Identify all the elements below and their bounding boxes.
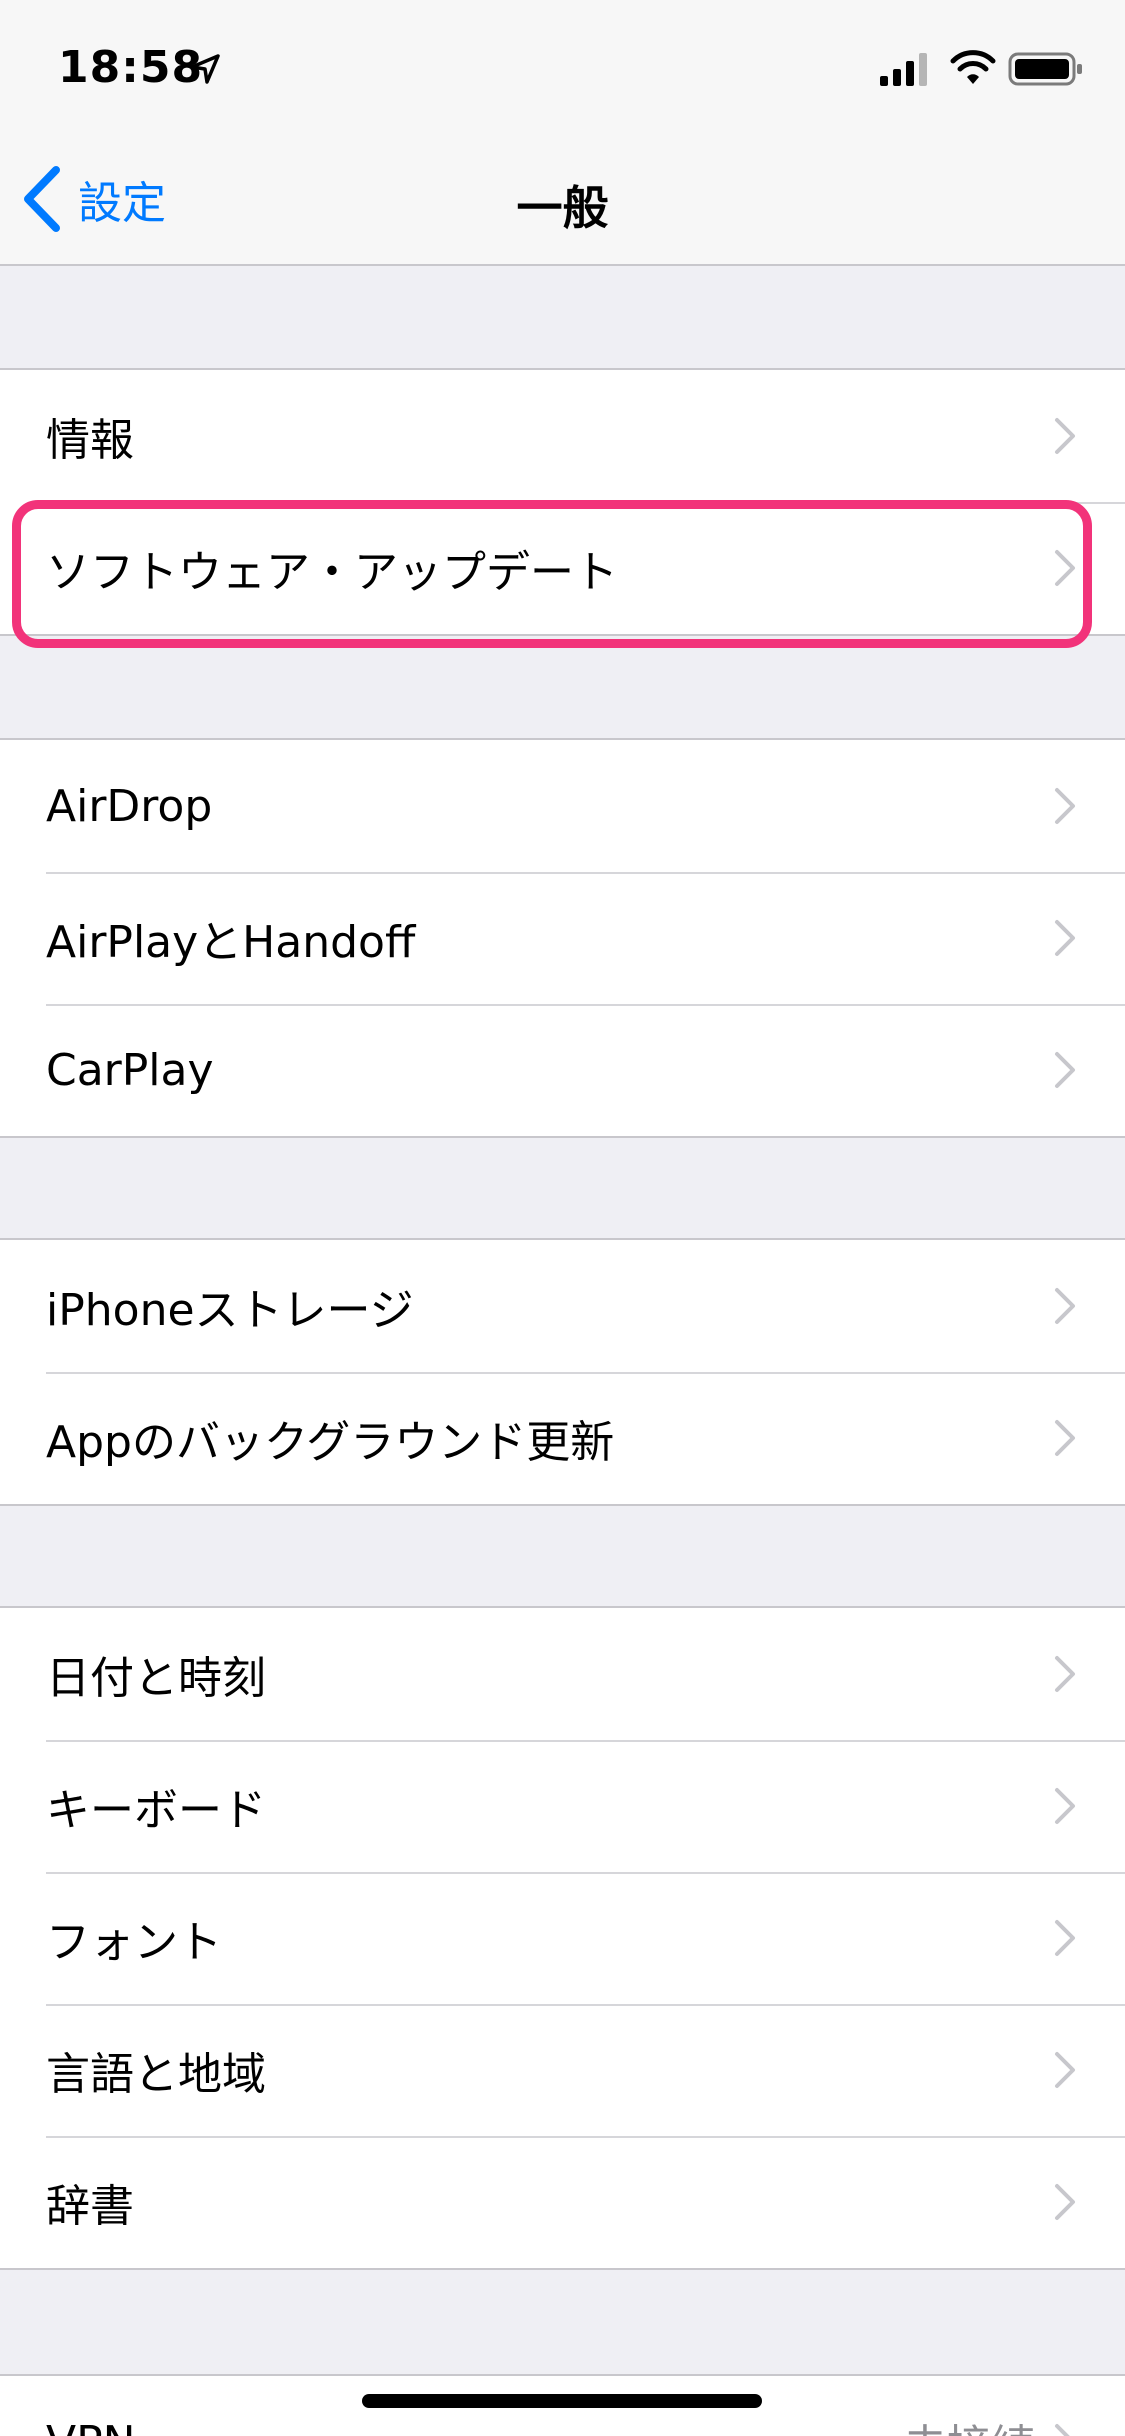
home-indicator[interactable] [362,2394,762,2408]
chevron-right-icon [1055,920,1075,956]
settings-group-about: 情報 ソフトウェア・アップデート [0,368,1125,636]
location-arrow-icon [190,54,220,84]
chevron-right-icon [1055,1420,1075,1456]
settings-row-software-update[interactable]: ソフトウェア・アップデート [0,502,1125,634]
chevron-right-icon [1055,1288,1075,1324]
row-label: フォント [46,1917,222,1968]
row-label: 情報 [46,415,134,466]
chevron-right-icon [1055,1788,1075,1824]
settings-row-iphone-storage[interactable]: iPhoneストレージ [0,1240,1125,1372]
chevron-right-icon [1055,2184,1075,2220]
cellular-signal-icon [880,53,927,86]
status-time: 18:58 [58,42,204,93]
chevron-right-icon [1055,788,1075,824]
settings-row-airdrop[interactable]: AirDrop [0,740,1125,872]
chevron-right-icon [1055,2424,1070,2436]
wifi-icon [950,50,996,84]
row-label: 言語と地域 [46,2049,266,2100]
chevron-right-icon [1055,1052,1075,1088]
row-value: 未接続 [903,2410,1035,2436]
settings-row-background-app-refresh[interactable]: Appのバックグラウンド更新 [0,1372,1125,1504]
settings-row-airplay-handoff[interactable]: AirPlayとHandoff [0,872,1125,1004]
row-label: 辞書 [46,2181,134,2232]
settings-row-carplay[interactable]: CarPlay [0,1004,1125,1136]
row-label: AirDrop [46,780,213,832]
chevron-right-icon [1055,418,1075,454]
chevron-right-icon [1055,550,1075,586]
chevron-right-icon [1055,2052,1075,2088]
row-label: iPhoneストレージ [46,1285,414,1336]
row-label: Appのバックグラウンド更新 [46,1417,615,1468]
row-label: ソフトウェア・アップデート [46,547,618,598]
row-label: 日付と時刻 [46,1653,266,1704]
row-label: AirPlayとHandoff [46,917,416,968]
chevron-right-icon [1055,1920,1075,1956]
settings-row-about[interactable]: 情報 [0,370,1125,502]
settings-row-dictionary[interactable]: 辞書 [0,2136,1125,2268]
settings-row-date-time[interactable]: 日付と時刻 [0,1608,1125,1740]
settings-group-locale: 日付と時刻 キーボード フォント 言語と地域 辞書 [0,1606,1125,2270]
row-label: VPN [46,2417,136,2436]
settings-row-fonts[interactable]: フォント [0,1872,1125,2004]
row-label: キーボード [46,1785,266,1836]
settings-row-language-region[interactable]: 言語と地域 [0,2004,1125,2136]
status-bar: 18:58 [0,0,1125,132]
chevron-right-icon [1055,1656,1075,1692]
settings-group-storage: iPhoneストレージ Appのバックグラウンド更新 [0,1238,1125,1506]
settings-group-connectivity: AirDrop AirPlayとHandoff CarPlay [0,738,1125,1138]
row-label: CarPlay [46,1044,214,1096]
settings-row-keyboard[interactable]: キーボード [0,1740,1125,1872]
battery-icon [1008,52,1082,86]
navigation-bar: 設定 一般 [0,132,1125,266]
settings-general-screen: 18:58 設定 一般 情報 ソフトウェア・アップデート AirDrop Air… [0,0,1125,2436]
page-title: 一般 [516,181,609,235]
